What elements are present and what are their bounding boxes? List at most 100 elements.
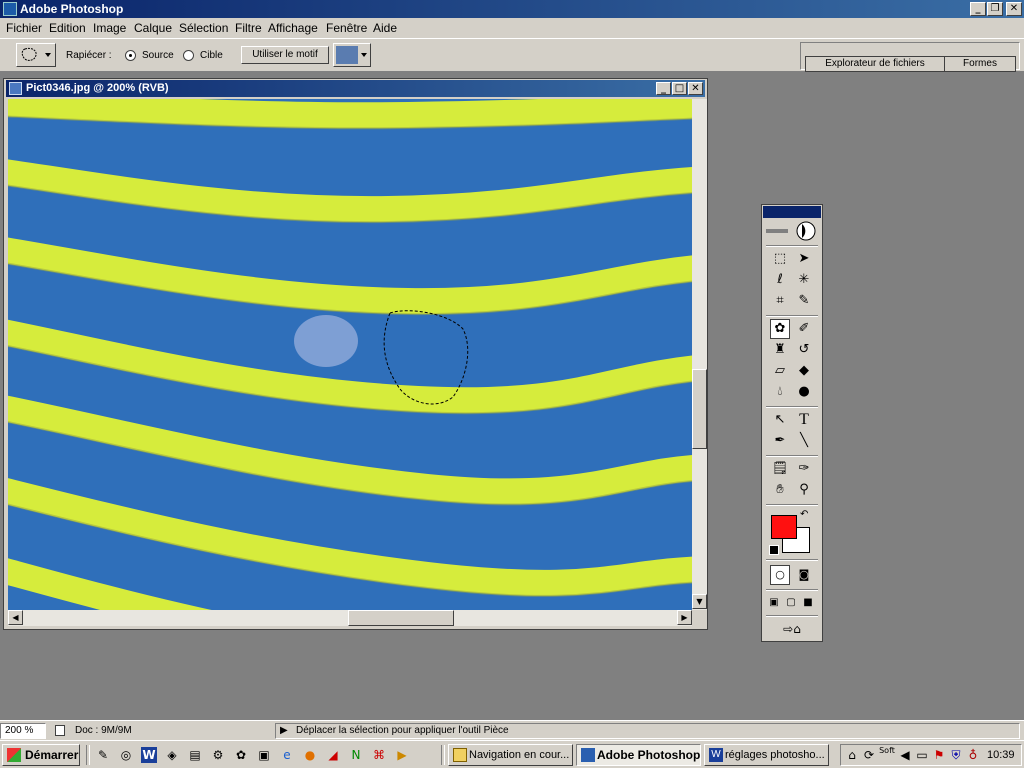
vertical-scrollbar[interactable]: ▼ xyxy=(692,99,707,610)
task-navigation[interactable]: Navigation en cour... xyxy=(448,744,573,766)
quick-launch-edit-icon[interactable]: ✎ xyxy=(95,747,111,763)
menu-affichage[interactable]: Affichage xyxy=(268,21,318,35)
brush-tool-icon[interactable]: ✐ xyxy=(794,319,814,339)
tray-reader-icon[interactable]: ♁ xyxy=(965,747,981,763)
quick-launch-winamp-icon[interactable]: ▶ xyxy=(394,747,410,763)
tray-volume-icon[interactable]: ◀ xyxy=(897,747,913,763)
target-radio[interactable] xyxy=(183,50,194,61)
pen-tool-icon[interactable]: ✒ xyxy=(770,431,790,451)
document-title: Pict0346.jpg @ 200% (RVB) xyxy=(26,82,169,94)
patch-tool-icon[interactable]: ✿ xyxy=(770,319,790,339)
tray-soft-label: Soft xyxy=(879,746,895,755)
zoom-tool-icon[interactable]: ⚲ xyxy=(794,480,814,500)
horizontal-scrollbar[interactable]: ◀ ▶ xyxy=(8,610,692,626)
close-button[interactable]: ✕ xyxy=(1006,2,1022,16)
quick-launch-media-icon[interactable]: ◢ xyxy=(325,747,341,763)
quick-launch-display-icon[interactable]: ▣ xyxy=(256,747,272,763)
eraser-tool-icon[interactable]: ▱ xyxy=(770,361,790,381)
scroll-left-button[interactable]: ◀ xyxy=(8,610,23,625)
task-word-document[interactable]: W réglages photosho... xyxy=(704,744,829,766)
menu-fenetre[interactable]: Fenêtre xyxy=(326,21,367,35)
document-info-icon[interactable] xyxy=(55,725,65,736)
quick-launch-word-icon[interactable]: W xyxy=(141,747,157,763)
adobe-online-button[interactable] xyxy=(764,220,820,242)
paint-bucket-tool-icon[interactable]: ◆ xyxy=(794,361,814,381)
toolbox-title-bar[interactable] xyxy=(763,206,821,218)
doc-minimize-button[interactable]: _ xyxy=(656,82,671,95)
tray-sync-icon[interactable]: ⟳ xyxy=(861,747,877,763)
start-button[interactable]: Démarrer xyxy=(2,744,80,766)
slice-tool-icon[interactable]: ✎ xyxy=(794,291,814,311)
clock[interactable]: 10:39 xyxy=(987,749,1015,761)
horizontal-scroll-thumb[interactable] xyxy=(348,610,454,626)
line-tool-icon[interactable]: ╲ xyxy=(794,431,814,451)
type-tool-icon[interactable]: T xyxy=(794,410,814,430)
quick-launch-acrobat-icon[interactable]: ⌘ xyxy=(371,747,387,763)
task-label: réglages photosho... xyxy=(725,749,825,761)
eyedropper-tool-icon[interactable]: ✑ xyxy=(794,459,814,479)
tool-preset-picker[interactable] xyxy=(16,43,56,67)
tray-shield-icon[interactable]: ⛨ xyxy=(948,747,964,763)
dodge-tool-icon[interactable]: ● xyxy=(794,382,814,402)
tray-display-icon[interactable]: ▭ xyxy=(914,747,930,763)
taskbar-separator xyxy=(86,745,90,765)
tab-file-browser[interactable]: Explorateur de fichiers xyxy=(805,56,945,72)
restore-button[interactable]: ❐ xyxy=(987,2,1003,16)
doc-maximize-button[interactable]: □ xyxy=(672,82,687,95)
quick-mask-mode-icon[interactable]: ◙ xyxy=(794,565,814,585)
zoom-field[interactable]: 200 % xyxy=(0,723,46,739)
play-arrow-icon[interactable]: ▶ xyxy=(280,725,288,736)
tray-flag-icon[interactable]: ⚑ xyxy=(931,747,947,763)
image-canvas[interactable] xyxy=(8,99,692,610)
vertical-scroll-thumb[interactable] xyxy=(692,369,707,449)
menu-selection[interactable]: Sélection xyxy=(179,21,228,35)
hand-tool-icon[interactable]: ✋︎ xyxy=(770,480,790,500)
tray-network-icon[interactable]: ⌂ xyxy=(844,747,860,763)
task-photoshop[interactable]: Adobe Photoshop xyxy=(576,744,701,766)
history-brush-tool-icon[interactable]: ↺ xyxy=(794,340,814,360)
screen-mode-standard-icon[interactable]: ▣ xyxy=(766,593,782,613)
use-pattern-button[interactable]: Utiliser le motif xyxy=(241,46,329,64)
foreground-color-swatch[interactable] xyxy=(771,515,797,539)
standard-mode-icon[interactable]: ○ xyxy=(770,565,790,585)
screen-mode-menu-icon[interactable]: ▢ xyxy=(783,593,799,613)
stamp-tool-icon[interactable]: ♜ xyxy=(770,340,790,360)
marquee-tool-icon[interactable]: ⬚ xyxy=(770,249,790,269)
source-radio[interactable] xyxy=(125,50,136,61)
tab-brushes[interactable]: Formes xyxy=(944,56,1016,72)
default-colors-icon[interactable] xyxy=(769,545,779,555)
document-title-bar[interactable]: Pict0346.jpg @ 200% (RVB) _ □ ✕ xyxy=(6,80,705,97)
menu-fichier[interactable]: Fichier xyxy=(6,21,42,35)
windows-logo-icon xyxy=(7,748,21,762)
quick-launch-firefox-icon[interactable]: ● xyxy=(302,747,318,763)
menu-calque[interactable]: Calque xyxy=(134,21,172,35)
move-tool-icon[interactable]: ➤ xyxy=(794,249,814,269)
quick-launch-ie-icon[interactable]: e xyxy=(279,747,295,763)
screen-mode-full-icon[interactable]: ■ xyxy=(800,593,816,613)
crop-tool-icon[interactable]: ⌗ xyxy=(770,291,790,311)
scroll-right-button[interactable]: ▶ xyxy=(677,610,692,625)
path-select-tool-icon[interactable]: ↖ xyxy=(770,410,790,430)
blur-tool-icon[interactable]: 💧︎ xyxy=(770,382,790,402)
quick-launch-paint-icon[interactable]: ✿ xyxy=(233,747,249,763)
quick-launch-outlook-icon[interactable]: ◎ xyxy=(118,747,134,763)
menu-aide[interactable]: Aide xyxy=(373,21,397,35)
lasso-tool-icon[interactable]: ℓ xyxy=(770,270,790,290)
jump-to-imageready-icon[interactable]: ⇨⌂ xyxy=(770,619,814,639)
scroll-down-button[interactable]: ▼ xyxy=(692,594,707,609)
magic-wand-tool-icon[interactable]: ✳ xyxy=(794,270,814,290)
doc-close-button[interactable]: ✕ xyxy=(688,82,703,95)
swap-colors-icon[interactable]: ↶ xyxy=(800,509,808,520)
pattern-picker[interactable] xyxy=(333,43,371,67)
menu-image[interactable]: Image xyxy=(93,21,126,35)
tray-soft-icon[interactable]: Soft xyxy=(878,747,896,763)
target-label: Cible xyxy=(200,50,223,61)
menu-filtre[interactable]: Filtre xyxy=(235,21,262,35)
minimize-button[interactable]: _ xyxy=(970,2,986,16)
notes-tool-icon[interactable]: 🗒︎ xyxy=(770,459,790,479)
menu-edition[interactable]: Edition xyxy=(49,21,86,35)
quick-launch-calculator-icon[interactable]: ▤ xyxy=(187,747,203,763)
quick-launch-network-icon[interactable]: ⚙ xyxy=(210,747,226,763)
quick-launch-ns-icon[interactable]: N xyxy=(348,747,364,763)
quick-launch-explorer-icon[interactable]: ◈ xyxy=(164,747,180,763)
